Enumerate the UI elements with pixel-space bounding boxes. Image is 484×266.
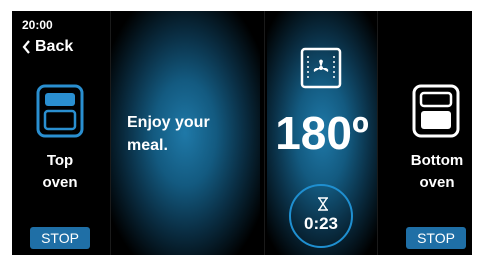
back-label: Back	[35, 38, 74, 55]
top-oven-icon[interactable]	[36, 84, 84, 138]
status-message: Enjoy your meal.	[127, 114, 210, 154]
hourglass-icon	[318, 197, 328, 211]
divider	[264, 11, 265, 255]
timer-button[interactable]: 0:23	[289, 184, 353, 248]
chevron-left-icon	[22, 40, 30, 54]
fan-icon[interactable]	[299, 46, 343, 90]
divider	[377, 11, 378, 255]
clock: 20:00	[22, 18, 53, 32]
bottom-oven-label: Bottom oven	[410, 152, 464, 191]
bottom-oven-icon[interactable]	[412, 84, 460, 138]
divider	[110, 11, 111, 255]
bottom-oven-stop-button[interactable]: STOP	[406, 227, 466, 249]
temperature-display[interactable]: 180º	[272, 106, 372, 160]
top-oven-label: Top oven	[42, 152, 78, 191]
back-button[interactable]: Back	[22, 38, 73, 56]
oven-control-screen: 20:00 Back Top oven STOP Enjoy your meal…	[12, 11, 472, 255]
timer-value: 0:23	[303, 214, 339, 233]
top-oven-stop-button[interactable]: STOP	[30, 227, 90, 249]
